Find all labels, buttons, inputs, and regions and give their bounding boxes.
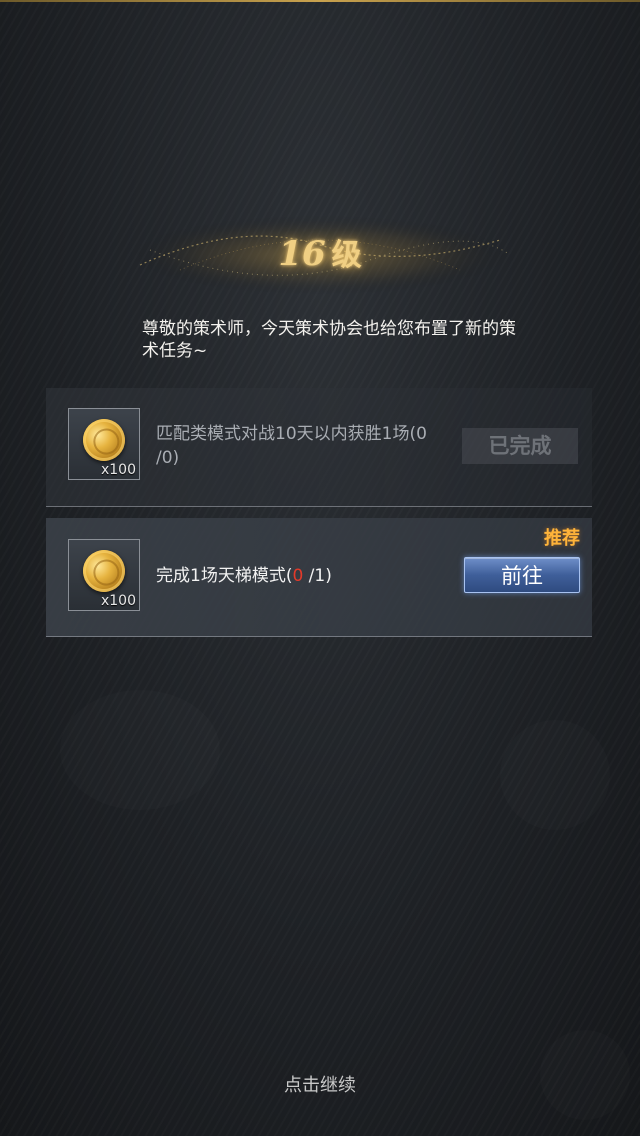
background-ghost-shape [500, 720, 610, 830]
gold-coin-icon [79, 415, 129, 465]
go-button[interactable]: 前往 [464, 557, 580, 593]
level-title: 16 级 [120, 230, 520, 274]
reward-quantity: x100 [100, 462, 136, 478]
level-number: 16 [278, 234, 326, 274]
task-progress-current: 0 [292, 566, 304, 586]
level-banner: 16 级 [120, 200, 520, 310]
tap-to-continue[interactable]: 点击继续 [0, 1071, 640, 1097]
task-description: 匹配类模式对战10天以内获胜1场(0 /0) [156, 424, 427, 468]
task-text-prefix: 完成1场天梯模式( [156, 566, 293, 586]
gold-coin-icon [79, 546, 129, 596]
intro-message: 尊敬的策术师，今天策术协会也给您布置了新的策术任务~ [142, 319, 516, 361]
task-card-2: 推荐 x100 完成1场天梯模式(0 /1) 前往 [46, 518, 592, 637]
recommend-tag: 推荐 [544, 528, 580, 549]
background-ghost-shape [60, 690, 220, 810]
task-card-1: x100 匹配类模式对战10天以内获胜1场(0 /0) 已完成 [46, 388, 592, 507]
level-unit: 级 [331, 238, 362, 273]
reward-slot[interactable]: x100 [68, 539, 140, 611]
top-accent-line [0, 0, 640, 2]
task-text-suffix: /1) [303, 566, 332, 586]
completed-button: 已完成 [462, 428, 578, 464]
reward-quantity: x100 [100, 593, 136, 609]
reward-slot[interactable]: x100 [68, 408, 140, 480]
task-description: 完成1场天梯模式(0 /1) [156, 564, 446, 588]
